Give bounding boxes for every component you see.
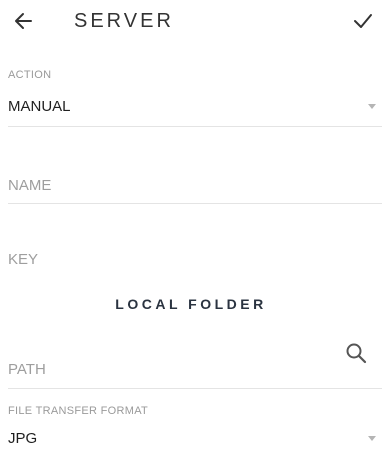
- name-field[interactable]: [8, 170, 382, 204]
- key-input[interactable]: [8, 244, 328, 274]
- action-select-value: MANUAL: [8, 98, 71, 115]
- key-field[interactable]: [8, 244, 382, 278]
- file-transfer-format-select[interactable]: JPG: [8, 424, 382, 454]
- dropdown-caret-icon: [368, 436, 376, 441]
- name-input[interactable]: [8, 170, 328, 200]
- path-field[interactable]: [8, 354, 382, 388]
- file-transfer-format-label: FILE TRANSFER FORMAT: [8, 405, 149, 417]
- search-icon[interactable]: [343, 340, 369, 366]
- divider: [8, 388, 382, 389]
- file-transfer-format-value: JPG: [8, 430, 38, 447]
- local-folder-title: LOCAL FOLDER: [115, 296, 267, 312]
- divider: [8, 126, 382, 127]
- path-input[interactable]: [8, 354, 328, 384]
- action-select[interactable]: MANUAL: [8, 92, 382, 122]
- action-label: ACTION: [8, 69, 52, 81]
- page-title: SERVER: [74, 10, 174, 32]
- dropdown-caret-icon: [368, 104, 376, 109]
- divider: [8, 203, 382, 204]
- back-arrow-icon[interactable]: [10, 8, 36, 34]
- checkmark-icon[interactable]: [350, 8, 376, 34]
